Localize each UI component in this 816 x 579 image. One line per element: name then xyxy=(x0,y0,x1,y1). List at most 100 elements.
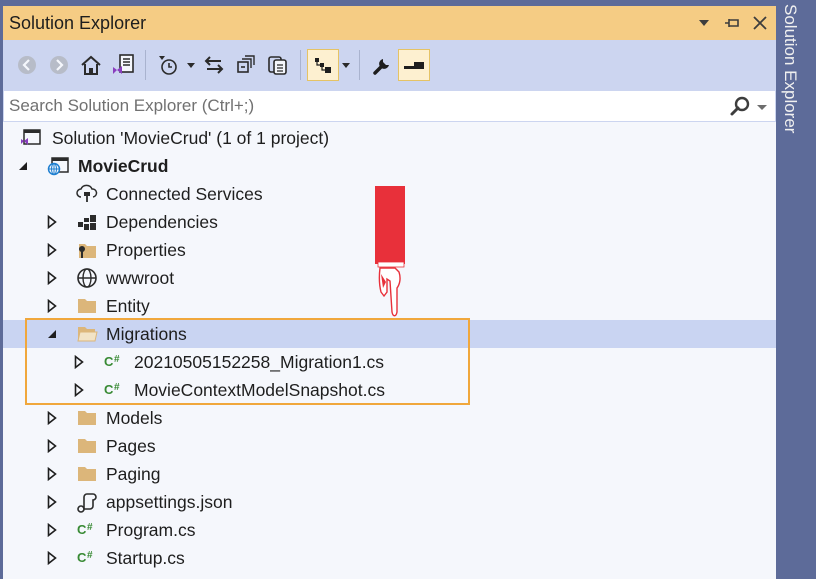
tree-item-model-snapshot[interactable]: C # MovieContextModelSnapshot.cs xyxy=(3,376,776,404)
close-icon xyxy=(753,16,767,30)
csharp-file-icon: C # xyxy=(103,351,125,373)
tree-item-migration1[interactable]: C # 20210505152258_Migration1.cs xyxy=(3,348,776,376)
tree-item-paging[interactable]: Paging xyxy=(3,460,776,488)
expanded-arrow-icon[interactable] xyxy=(17,159,29,173)
folder-icon xyxy=(76,463,98,485)
item-label: wwwroot xyxy=(106,267,175,288)
item-label: Models xyxy=(106,407,163,428)
tree-item-models[interactable]: Models xyxy=(3,404,776,432)
item-label: Paging xyxy=(106,463,161,484)
solution-explorer-panel: Solution Explorer Search Solution Explor… xyxy=(3,6,776,579)
search-options-dropdown[interactable] xyxy=(755,99,769,115)
folder-icon xyxy=(76,435,98,457)
svg-text:C: C xyxy=(77,550,87,565)
collapsed-arrow-icon[interactable] xyxy=(46,467,58,481)
tree-item-connected-services[interactable]: Connected Services xyxy=(3,180,776,208)
solution-tree: Solution 'MovieCrud' (1 of 1 project) Mo… xyxy=(3,124,776,572)
collapsed-arrow-icon[interactable] xyxy=(73,355,85,369)
tree-item-entity[interactable]: Entity xyxy=(3,292,776,320)
item-label: Dependencies xyxy=(106,211,218,232)
item-label: Pages xyxy=(106,435,156,456)
preview-selected-items-button[interactable] xyxy=(307,49,339,81)
preview-selected-items-dropdown[interactable] xyxy=(339,49,353,81)
cloud-plug-icon xyxy=(76,183,98,205)
project-label: MovieCrud xyxy=(78,155,169,176)
search-input[interactable] xyxy=(4,92,704,120)
ide-frame: Solution Explorer Solution Explorer Sear… xyxy=(0,0,816,579)
chevron-down-icon xyxy=(699,20,709,26)
auto-hide-pin-button[interactable] xyxy=(724,15,740,31)
tree-item-project[interactable]: MovieCrud xyxy=(3,152,776,180)
switch-views-icon xyxy=(113,54,134,74)
collapsed-arrow-icon[interactable] xyxy=(73,383,85,397)
item-label: appsettings.json xyxy=(106,491,233,512)
side-tab-label: Solution Explorer xyxy=(781,4,800,134)
search-icon[interactable] xyxy=(729,96,751,118)
collapsed-arrow-icon[interactable] xyxy=(46,271,58,285)
collapsed-arrow-icon[interactable] xyxy=(46,495,58,509)
pending-changes-filter-button[interactable] xyxy=(152,49,184,81)
toolbar-separator xyxy=(300,50,301,80)
home-icon xyxy=(81,55,101,75)
chevron-down-icon xyxy=(187,62,195,68)
properties-folder-icon xyxy=(76,239,98,261)
folder-open-icon xyxy=(76,323,98,345)
clock-filter-icon xyxy=(159,56,177,75)
collapse-all-button[interactable] xyxy=(230,49,262,81)
forward-button[interactable] xyxy=(43,49,75,81)
side-tab-solution-explorer[interactable]: Solution Explorer xyxy=(778,0,802,150)
item-label: Program.cs xyxy=(106,519,196,540)
solution-label: Solution 'MovieCrud' (1 of 1 project) xyxy=(52,127,330,148)
collapsed-arrow-icon[interactable] xyxy=(46,215,58,229)
tree-item-wwwroot[interactable]: wwwroot xyxy=(3,264,776,292)
collapsed-arrow-icon[interactable] xyxy=(46,439,58,453)
item-label: Properties xyxy=(106,239,186,260)
tree-item-migrations[interactable]: Migrations xyxy=(3,320,776,348)
home-button[interactable] xyxy=(75,49,107,81)
collapsed-arrow-icon[interactable] xyxy=(46,551,58,565)
toolbar-separator xyxy=(359,50,360,80)
csharp-file-icon: C # xyxy=(76,547,98,569)
preview-toggle-button[interactable] xyxy=(398,49,430,81)
solution-icon xyxy=(20,127,42,149)
dependencies-icon xyxy=(76,211,98,233)
svg-text:#: # xyxy=(87,522,93,533)
close-button[interactable] xyxy=(752,15,768,31)
switch-views-button[interactable] xyxy=(107,49,139,81)
tree-item-program[interactable]: C # Program.cs xyxy=(3,516,776,544)
folder-icon xyxy=(76,407,98,429)
toolbar-separator xyxy=(145,50,146,80)
properties-button[interactable] xyxy=(366,49,398,81)
show-all-files-button[interactable] xyxy=(262,49,294,81)
collapsed-arrow-icon[interactable] xyxy=(46,411,58,425)
window-position-dropdown-button[interactable] xyxy=(696,15,712,31)
tree-item-dependencies[interactable]: Dependencies xyxy=(3,208,776,236)
tree-item-pages[interactable]: Pages xyxy=(3,432,776,460)
toolbar xyxy=(3,40,776,90)
tree-item-appsettings[interactable]: appsettings.json xyxy=(3,488,776,516)
sync-arrows-icon xyxy=(204,56,224,74)
back-arrow-icon xyxy=(18,56,36,74)
tree-item-properties[interactable]: Properties xyxy=(3,236,776,264)
preview-toggle-icon xyxy=(404,62,424,69)
show-all-files-icon xyxy=(268,56,287,75)
svg-text:C: C xyxy=(104,382,114,397)
search-bar xyxy=(3,90,776,122)
collapsed-arrow-icon[interactable] xyxy=(46,523,58,537)
sync-with-active-document-button[interactable] xyxy=(198,49,230,81)
tree-item-startup[interactable]: C # Startup.cs xyxy=(3,544,776,572)
tree-item-solution[interactable]: Solution 'MovieCrud' (1 of 1 project) xyxy=(3,124,776,152)
expanded-arrow-icon[interactable] xyxy=(46,327,58,341)
pending-changes-filter-dropdown[interactable] xyxy=(184,49,198,81)
collapsed-arrow-icon[interactable] xyxy=(46,299,58,313)
item-label: 20210505152258_Migration1.cs xyxy=(134,351,385,372)
folder-icon xyxy=(76,295,98,317)
json-file-icon xyxy=(76,491,98,513)
web-project-icon xyxy=(47,155,69,177)
item-label: MovieContextModelSnapshot.cs xyxy=(134,379,385,400)
tree-view-icon xyxy=(315,58,331,73)
collapsed-arrow-icon[interactable] xyxy=(46,243,58,257)
chevron-down-icon xyxy=(342,62,350,68)
svg-text:#: # xyxy=(114,382,120,393)
back-button[interactable] xyxy=(11,49,43,81)
